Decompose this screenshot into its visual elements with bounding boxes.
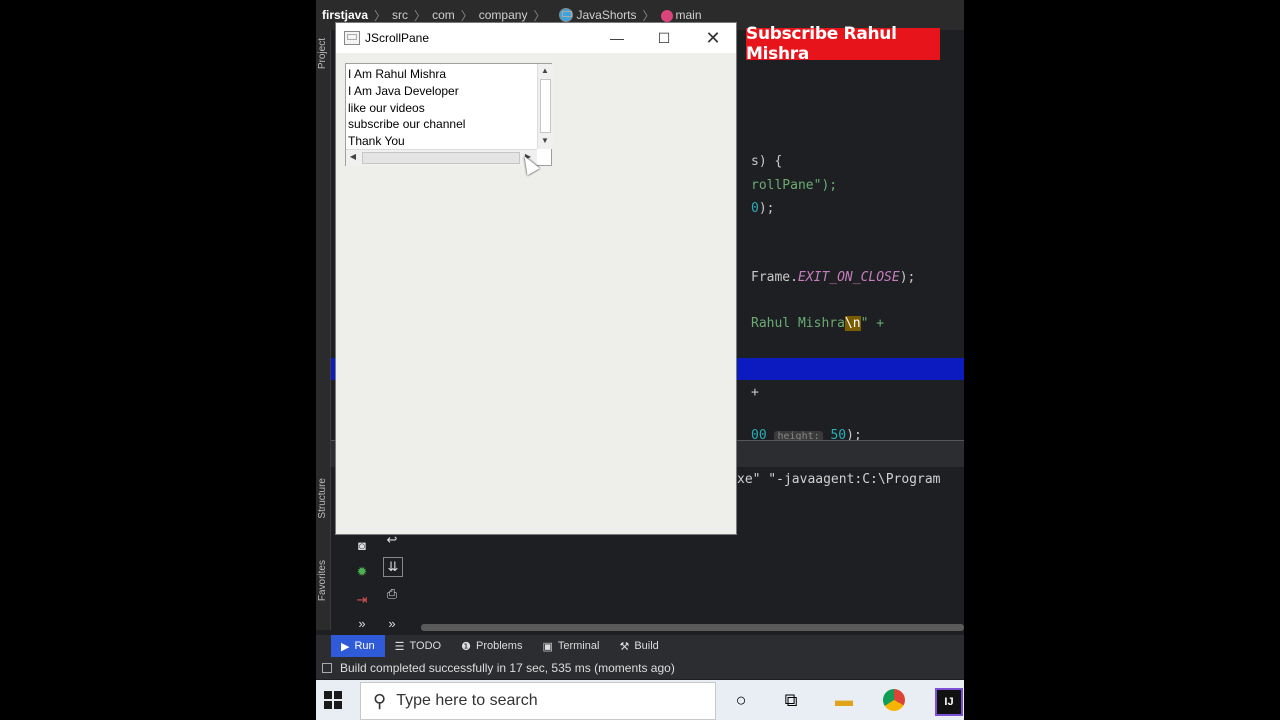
code-line: s) { xyxy=(751,154,783,169)
vertical-scroll-thumb[interactable] xyxy=(540,79,551,133)
maximize-button[interactable]: ☐ xyxy=(641,23,687,53)
chrome-icon[interactable] xyxy=(883,689,905,711)
method-icon xyxy=(660,9,673,22)
breadcrumb-company[interactable]: company xyxy=(479,8,528,22)
vertical-scrollbar[interactable]: ▲ ▼ xyxy=(537,64,553,149)
info-icon: ❶ xyxy=(461,640,471,653)
tool-tabs: ▶ Run ☰ TODO ❶ Problems ▣ Terminal ⚒ Build xyxy=(316,635,964,657)
subscribe-banner: Subscribe Rahul Mishra xyxy=(746,24,940,64)
hammer-icon: ⚒ xyxy=(619,640,630,653)
tab-problems[interactable]: ❶ Problems xyxy=(451,635,532,657)
search-placeholder: Type here to search xyxy=(396,692,538,709)
search-icon: ⚲ xyxy=(373,690,387,711)
chevron-right-icon: 〉 xyxy=(642,8,655,23)
status-toggle-icon[interactable] xyxy=(322,663,332,673)
chevron-right-icon: 〉 xyxy=(460,8,473,23)
window-titlebar[interactable]: JScrollPane — ☐ ✕ xyxy=(336,23,736,53)
scroll-left-icon[interactable]: ◀ xyxy=(346,152,360,161)
code-line: rollPane"); xyxy=(751,178,838,193)
taskbar: ⚲ Type here to search ○ ⧉ ▬ IJ xyxy=(316,680,964,720)
minimize-button[interactable]: — xyxy=(594,23,640,53)
taskbar-search[interactable]: ⚲ Type here to search xyxy=(360,682,716,720)
more-icon[interactable]: » xyxy=(383,615,401,633)
console-scrollbar[interactable] xyxy=(421,624,964,631)
print-icon[interactable]: ⎙ xyxy=(383,585,401,603)
class-icon xyxy=(559,8,574,23)
more-icon[interactable]: » xyxy=(353,615,371,633)
scroll-down-icon[interactable]: ▼ xyxy=(538,136,552,145)
tab-todo[interactable]: ☰ TODO xyxy=(385,635,451,657)
java-window-icon xyxy=(344,31,360,45)
tab-run[interactable]: ▶ Run xyxy=(331,635,385,657)
list-icon: ☰ xyxy=(394,640,405,653)
text-area[interactable]: I Am Rahul Mishra I Am Java Developer li… xyxy=(346,64,536,148)
intellij-icon[interactable]: IJ xyxy=(935,688,963,716)
chevron-right-icon: 〉 xyxy=(374,8,387,23)
favorites-tool-label[interactable]: Favorites xyxy=(317,560,328,601)
status-message: Build completed successfully in 17 sec, … xyxy=(340,661,675,675)
close-button[interactable]: ✕ xyxy=(690,23,736,53)
horizontal-scrollbar[interactable]: ◀ ▶ xyxy=(346,149,537,166)
scroll-pane: I Am Rahul Mishra I Am Java Developer li… xyxy=(345,63,553,166)
play-icon: ▶ xyxy=(341,640,350,653)
camera-icon[interactable]: ◙ xyxy=(353,537,371,555)
desktop-screen: firstjava 〉 src 〉 com 〉 company 〉 JavaSh… xyxy=(316,0,964,720)
breadcrumb-com[interactable]: com xyxy=(432,8,455,22)
run-toolbar: ◙ ↩ ✹ ⇊ ⇥ ⎙ » » xyxy=(331,532,403,633)
breadcrumb-src[interactable]: src xyxy=(392,8,408,22)
text-line: like our videos xyxy=(348,100,425,115)
chevron-right-icon: 〉 xyxy=(414,8,427,23)
text-line: subscribe our channel xyxy=(348,117,466,132)
code-line: + xyxy=(751,385,759,400)
text-line: I Am Rahul Mishra xyxy=(348,67,447,81)
debug-icon[interactable]: ✹ xyxy=(353,563,371,581)
structure-tool-label[interactable]: Structure xyxy=(317,478,328,519)
scroll-to-end-icon[interactable]: ⇊ xyxy=(383,557,403,577)
console-output: xe" "-javaagent:C:\Program xyxy=(737,472,941,487)
project-tool-label[interactable]: Project xyxy=(317,38,328,69)
task-view-icon[interactable]: ⧉ xyxy=(779,688,803,712)
status-bar: Build completed successfully in 17 sec, … xyxy=(316,657,964,679)
tab-terminal[interactable]: ▣ Terminal xyxy=(532,635,609,657)
code-line: 0); xyxy=(751,201,775,216)
cortana-icon[interactable]: ○ xyxy=(729,688,753,712)
exit-icon[interactable]: ⇥ xyxy=(353,591,371,609)
breadcrumb-class[interactable]: JavaShorts xyxy=(551,8,637,23)
breadcrumb-project[interactable]: firstjava xyxy=(322,8,368,22)
breadcrumb-method[interactable]: main xyxy=(660,8,702,22)
tool-window-strip: Project Structure Favorites xyxy=(316,30,331,630)
terminal-icon: ▣ xyxy=(542,640,553,653)
chevron-right-icon: 〉 xyxy=(533,8,546,23)
jscrollpane-window: JScrollPane — ☐ ✕ I Am Rahul Mishra I Am… xyxy=(335,22,737,535)
tab-build[interactable]: ⚒ Build xyxy=(609,635,668,657)
text-line: I Am Java Developer xyxy=(348,83,459,98)
horizontal-scroll-thumb[interactable] xyxy=(362,152,520,164)
scroll-up-icon[interactable]: ▲ xyxy=(538,66,552,75)
text-line: Thank You xyxy=(348,134,405,149)
code-line: Rahul Mishra\n" + xyxy=(751,316,885,331)
file-explorer-icon[interactable]: ▬ xyxy=(832,688,856,712)
code-line: Frame.EXIT_ON_CLOSE); xyxy=(751,270,916,285)
windows-start-icon[interactable] xyxy=(324,691,342,709)
window-title: JScrollPane xyxy=(365,31,430,45)
